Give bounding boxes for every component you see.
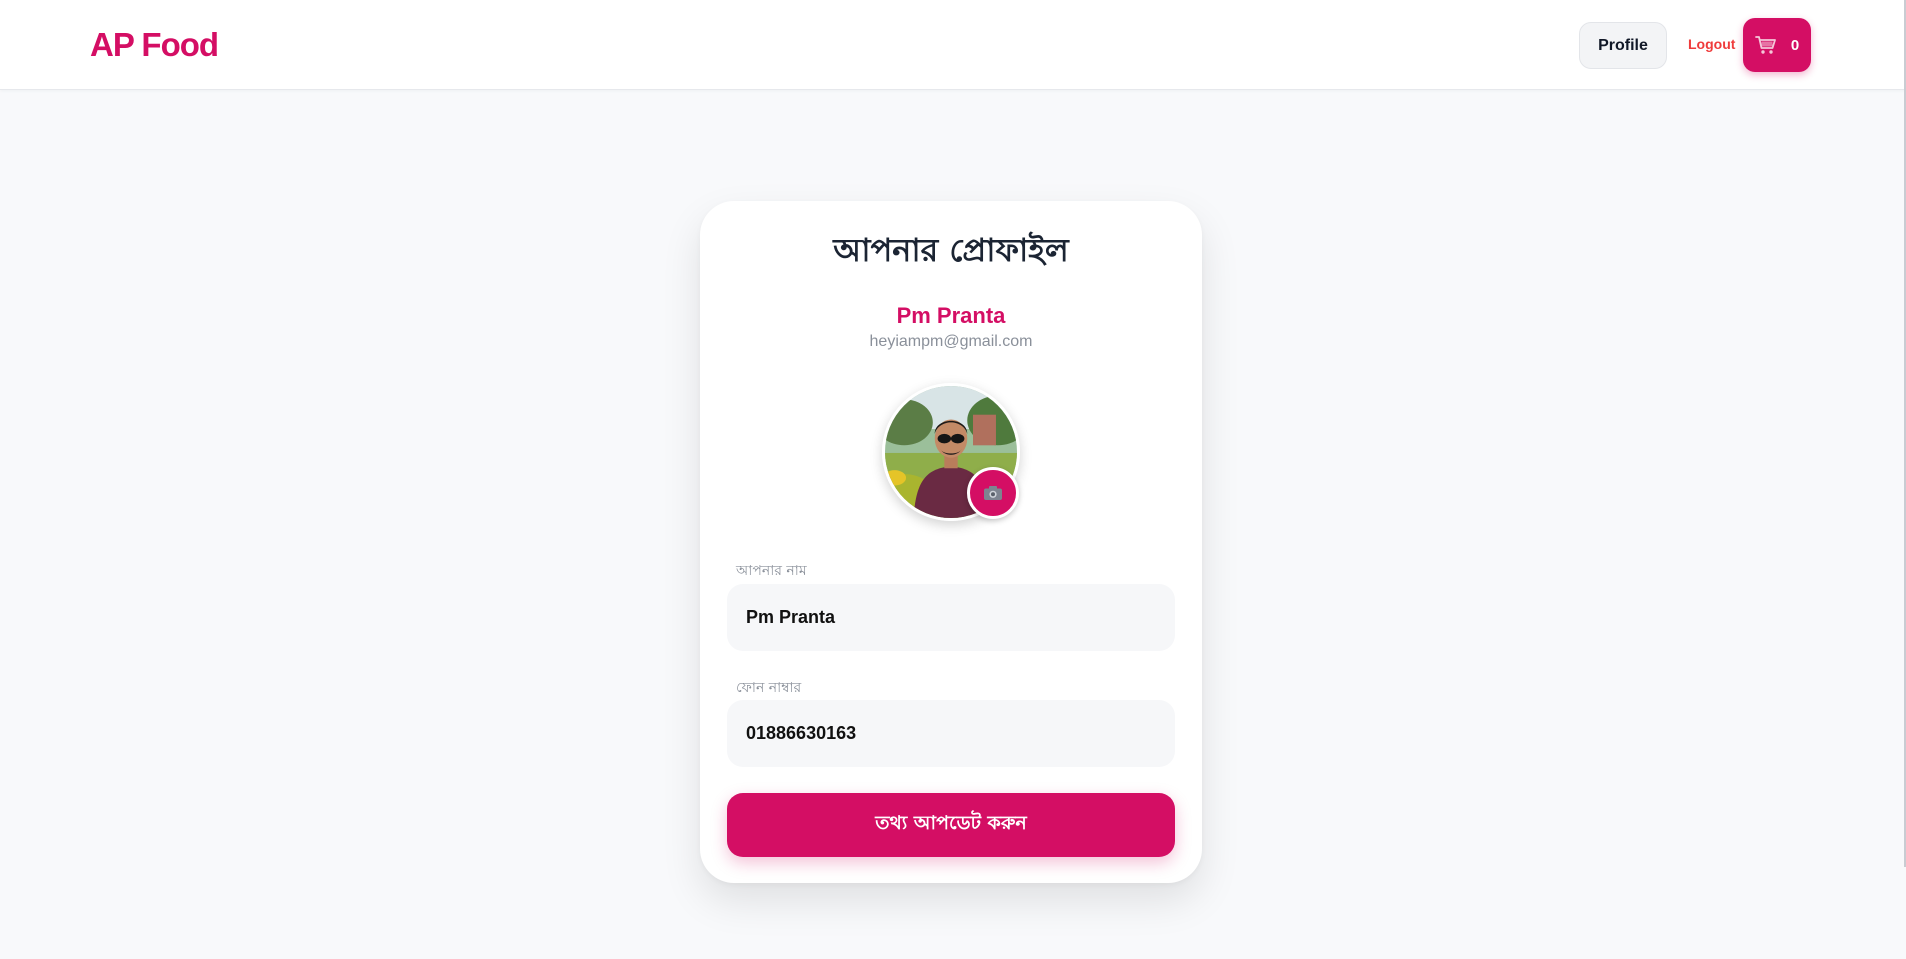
phone-field-label: ফোন নাম্বার [736,680,802,696]
cart-count-badge: 0 [1790,36,1800,54]
user-display-name: Pm Pranta [896,303,1006,328]
avatar-container [882,383,1020,521]
update-info-button[interactable]: তথ্য আপডেট করুন [727,793,1175,857]
name-input[interactable] [727,584,1175,651]
camera-icon [984,486,1002,500]
profile-button[interactable]: Profile [1579,22,1667,69]
user-email: heyiampm@gmail.com [869,333,1033,350]
brand-logo[interactable]: AP Food [90,26,219,64]
top-navbar: AP Food Profile Logout 0 [0,0,1906,90]
name-field-label: আপনার নাম [736,563,807,579]
page-title: আপনার প্রোফাইল [833,231,1069,269]
cart-icon [1754,36,1776,54]
phone-input[interactable] [727,700,1175,767]
logout-link[interactable]: Logout [1688,36,1735,52]
cart-button[interactable]: 0 [1743,18,1811,72]
upload-photo-button[interactable] [967,467,1019,519]
profile-card: আপনার প্রোফাইল Pm Pranta heyiampm@gmail.… [700,201,1202,883]
